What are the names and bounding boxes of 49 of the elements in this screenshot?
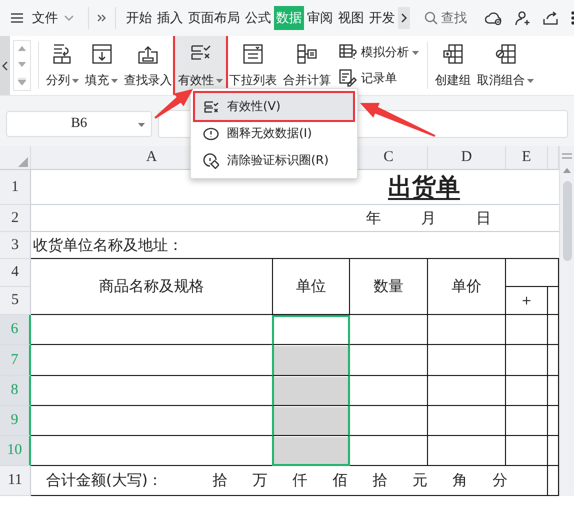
ribbon-tab[interactable]: 插入 [155, 6, 185, 30]
ribbon-tab[interactable]: 视图 [336, 6, 366, 30]
amount-unit: 佰 [332, 471, 348, 490]
amount-unit: 仟 [292, 471, 308, 490]
table-header: 数量 [374, 277, 404, 296]
ribbon-button[interactable]: 下拉列表 [226, 36, 280, 95]
row-header[interactable]: 1 [0, 170, 31, 205]
ribbon-tab[interactable]: 开始 [124, 6, 154, 30]
ribbon-tab[interactable]: 页面布局 [186, 6, 242, 30]
ribbon-button[interactable]: 模拟分析 [336, 42, 421, 64]
ribbon-button[interactable]: 查找录入 [121, 36, 175, 95]
ribbon-button[interactable]: 记录单 [336, 67, 421, 90]
table-header: 单位 [296, 277, 326, 296]
sheet-title: 出货单 [388, 171, 460, 203]
row-header[interactable]: 4 [0, 259, 31, 287]
address-label: 收货单位名称及地址： [33, 236, 183, 254]
amount-unit: 分 [492, 471, 508, 490]
menu-item[interactable]: 有效性(V) [195, 93, 353, 120]
row-header[interactable]: 11 [0, 466, 31, 496]
amount-unit: 角 [452, 471, 468, 490]
add-mark: ＋ [519, 291, 534, 310]
total-label: 合计金额(大写)： [46, 471, 164, 490]
ribbon-tab[interactable]: 开发 [367, 6, 397, 30]
column-header[interactable]: E [506, 146, 548, 170]
file-menu[interactable]: 文件 [32, 9, 58, 27]
ribbon-button[interactable]: 有效性 [175, 36, 226, 95]
amount-unit: 万 [252, 471, 268, 490]
amount-unit: 元 [412, 471, 428, 490]
row-header[interactable]: 2 [0, 205, 31, 232]
table-header: 单价 [452, 277, 482, 296]
row-header[interactable]: 3 [0, 232, 31, 259]
ribbon-button[interactable]: 取消组合 [474, 36, 537, 95]
amount-unit: 拾 [212, 471, 228, 490]
ribbon-button[interactable]: 填充 [82, 36, 121, 95]
ribbon-button[interactable]: 创建组 [432, 36, 474, 95]
ribbon-tab[interactable]: 审阅 [305, 6, 335, 30]
date-label: 月 [421, 208, 436, 228]
row-header[interactable]: 5 [0, 287, 31, 315]
date-label: 年 [366, 208, 381, 228]
amount-unit: 拾 [372, 471, 388, 490]
name-box[interactable]: B6 [6, 111, 152, 137]
ribbon-button[interactable]: 分列 [43, 36, 82, 95]
menu-item[interactable]: 圈释无效数据(I) [195, 120, 353, 147]
ribbon-tab[interactable]: 公式 [243, 6, 273, 30]
table-header: 商品名称及规格 [99, 277, 204, 296]
ribbon-button[interactable]: 合并计算 [280, 36, 334, 95]
column-header[interactable]: D [428, 146, 506, 170]
date-label: 日 [476, 208, 491, 228]
search-field[interactable]: 查找 [441, 9, 467, 27]
